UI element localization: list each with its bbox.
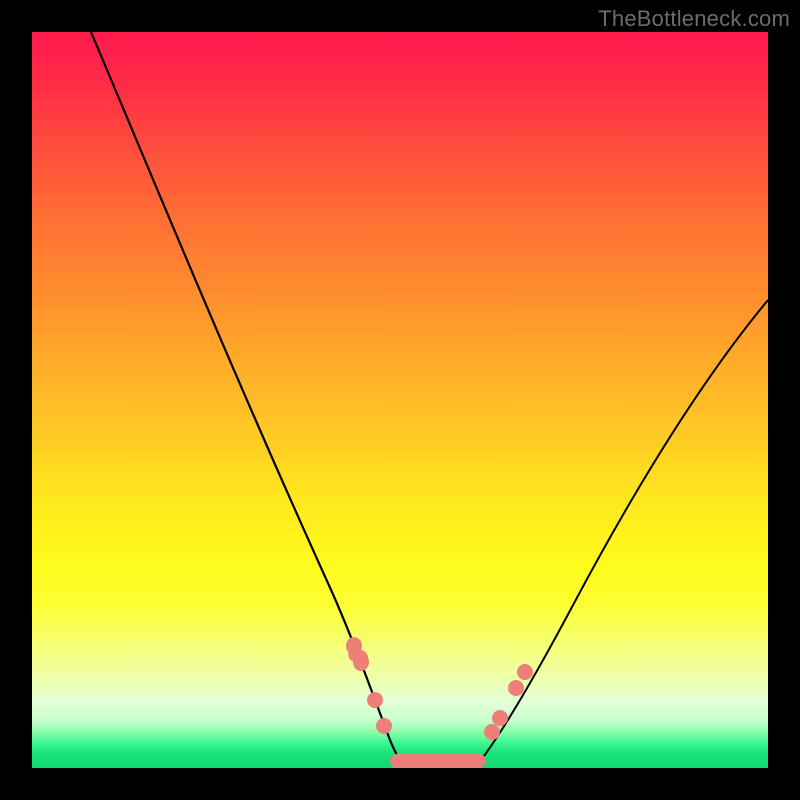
right-curve	[481, 300, 768, 760]
valley-floor-bar	[390, 754, 486, 768]
plot-area	[32, 32, 768, 768]
bead-right-1	[484, 724, 500, 740]
chart-frame: TheBottleneck.com	[0, 0, 800, 800]
bead-right-2	[492, 710, 508, 726]
bead-left-2a	[367, 692, 383, 708]
chart-svg	[32, 32, 768, 768]
bead-left-2b	[376, 718, 392, 734]
bead-right-4	[517, 664, 533, 680]
bead-right-3	[508, 680, 524, 696]
watermark-text: TheBottleneck.com	[598, 6, 790, 32]
